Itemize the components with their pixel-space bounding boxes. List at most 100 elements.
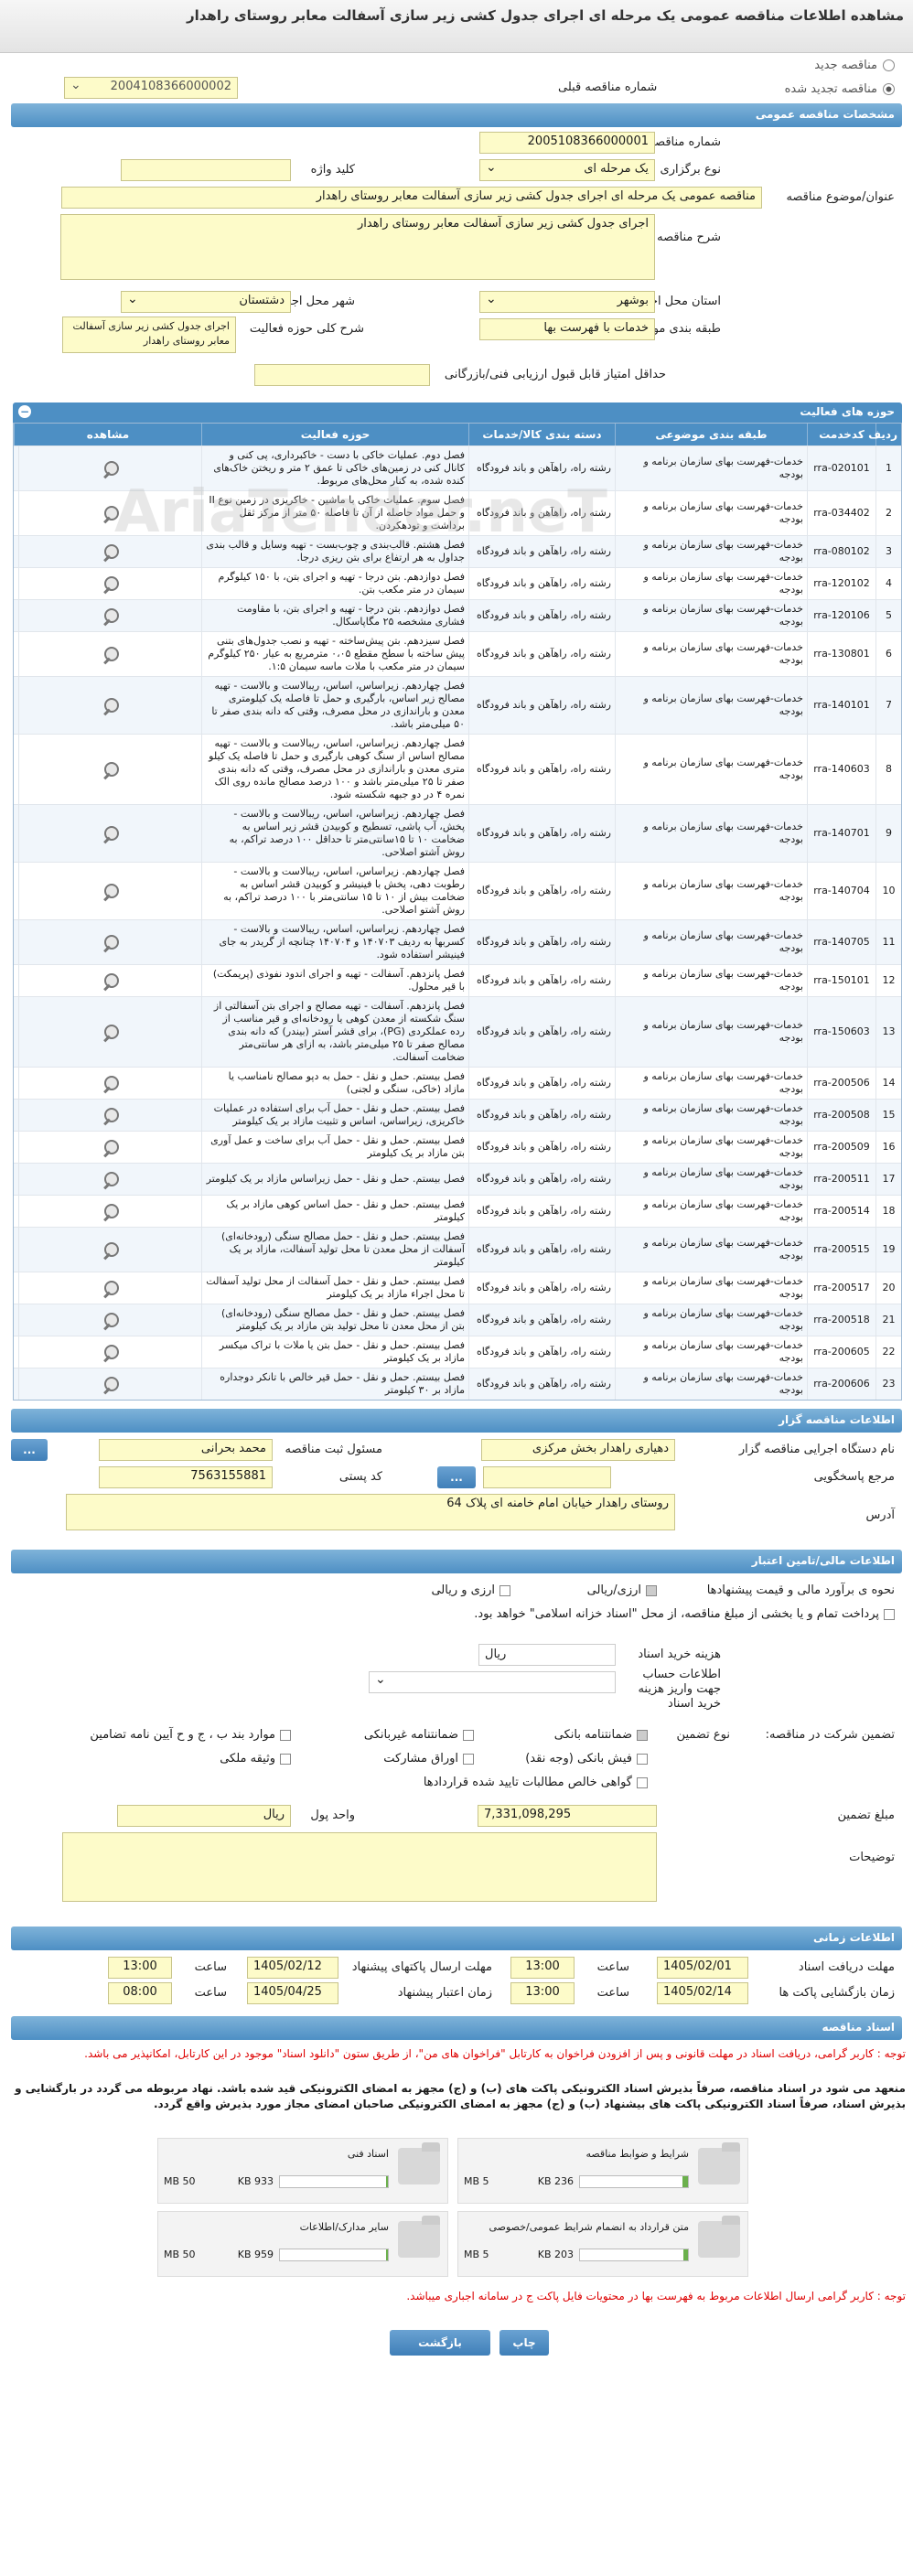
- rial-option[interactable]: ارزی/ریالی: [587, 1583, 657, 1597]
- open-date[interactable]: 1405/02/14: [657, 1982, 748, 2004]
- address-label: آدرس: [865, 1508, 895, 1522]
- doc-receive-date[interactable]: 1405/02/01: [657, 1957, 748, 1979]
- opt-bank[interactable]: ضمانتنامه بانکی: [554, 1728, 648, 1742]
- view-icon[interactable]: [101, 1312, 121, 1328]
- opt-nonbank-checkbox[interactable]: [463, 1729, 474, 1741]
- unit-field[interactable]: ریال: [117, 1805, 291, 1827]
- file-card[interactable]: سایر مدارک/اطلاعات 50 MB 959 KB: [157, 2211, 448, 2277]
- cell-scope: فصل بیستم. حمل و نقل - حمل اساس کوهی ماز…: [201, 1196, 468, 1227]
- opt-nonbank[interactable]: ضمانتنامه غیربانکی: [364, 1728, 474, 1742]
- cell-category: خدمات-فهرست بهای سازمان برنامه و بودجه: [615, 1272, 807, 1304]
- open-time[interactable]: 13:00: [510, 1982, 575, 2004]
- print-button[interactable]: چاپ: [499, 2330, 549, 2356]
- opt-cash-checkbox[interactable]: [637, 1753, 648, 1765]
- type-select[interactable]: یک مرحله ای: [479, 159, 655, 181]
- opt-property[interactable]: وثیقه ملکی: [220, 1752, 291, 1766]
- opt-bank-checkbox[interactable]: [637, 1729, 648, 1741]
- opt-claims-checkbox[interactable]: [637, 1776, 648, 1788]
- doc-receive-time[interactable]: 13:00: [510, 1957, 575, 1979]
- radio-rial[interactable]: [646, 1584, 657, 1596]
- radio-dot[interactable]: [883, 59, 895, 71]
- cell-category: خدمات-فهرست بهای سازمان برنامه و بودجه: [615, 1368, 807, 1400]
- subject-field[interactable]: مناقصه عمومی یک مرحله ای اجرای جدول کشی …: [61, 187, 762, 209]
- cell-rad: 17: [875, 1164, 901, 1195]
- file-card[interactable]: شرایط و ضوابط مناقصه 5 MB 236 KB: [457, 2138, 748, 2204]
- view-icon[interactable]: [101, 1075, 121, 1091]
- view-icon[interactable]: [101, 1171, 121, 1187]
- opt-property-checkbox[interactable]: [280, 1753, 291, 1765]
- view-icon[interactable]: [101, 1376, 121, 1392]
- officer-field[interactable]: محمد بحرانی: [99, 1439, 273, 1461]
- currency-option[interactable]: ارزی و ریالی: [431, 1583, 510, 1597]
- address-field[interactable]: روستای راهدار خیابان امام خامنه ای پلاک …: [66, 1494, 675, 1530]
- view-icon[interactable]: [101, 1344, 121, 1360]
- view-icon[interactable]: [101, 825, 121, 842]
- ref-browse-button[interactable]: ...: [437, 1466, 476, 1488]
- view-icon[interactable]: [101, 761, 121, 778]
- file-max: 5 MB: [464, 2175, 489, 2187]
- view-icon[interactable]: [101, 575, 121, 592]
- tender-no-field[interactable]: 2005108366000001: [479, 132, 655, 154]
- view-icon[interactable]: [101, 543, 121, 560]
- valid-date[interactable]: 1405/04/25: [247, 1982, 338, 2004]
- cell-category: خدمات-فهرست بهای سازمان برنامه و بودجه: [615, 1164, 807, 1195]
- view-icon[interactable]: [101, 607, 121, 624]
- category-field[interactable]: خدمات با فهرست بها: [479, 318, 655, 340]
- view-icon[interactable]: [101, 1203, 121, 1219]
- radio-currency[interactable]: [499, 1584, 510, 1596]
- view-icon[interactable]: [101, 505, 121, 521]
- file-max: 50 MB: [164, 2249, 196, 2260]
- account-select[interactable]: [369, 1671, 616, 1693]
- doc-fee-field[interactable]: ریال: [478, 1644, 616, 1666]
- amount-field[interactable]: 7,331,098,295: [478, 1805, 657, 1827]
- desc-field[interactable]: اجرای جدول کشی زیر سازی آسفالت معابر روس…: [60, 214, 655, 280]
- radio-renew-label: مناقصه تجدید شده: [784, 81, 877, 96]
- opt-cash[interactable]: فیش بانکی (وجه نقد): [525, 1752, 648, 1766]
- opt-bonds[interactable]: اوراق مشارکت: [383, 1752, 474, 1766]
- view-icon[interactable]: [101, 697, 121, 714]
- view-icon[interactable]: [101, 460, 121, 477]
- officer-more-button[interactable]: ...: [11, 1439, 48, 1461]
- payment-checkbox[interactable]: [884, 1608, 895, 1620]
- cell-scope: فصل بیستم. حمل و نقل - حمل به دپو مصالح …: [201, 1068, 468, 1099]
- activities-section-header: حوزه های فعالیت −: [13, 402, 902, 423]
- view-icon[interactable]: [101, 646, 121, 662]
- valid-time[interactable]: 08:00: [108, 1982, 172, 2004]
- cell-goods: رشته راه، راهآهن و باند فرودگاه: [468, 997, 615, 1067]
- city-select[interactable]: دشتستان: [121, 291, 291, 313]
- view-icon[interactable]: [101, 1107, 121, 1123]
- prev-tender-select[interactable]: 2004108366000002: [64, 77, 238, 99]
- postal-field[interactable]: 7563155881: [99, 1466, 273, 1488]
- opt-bonds-checkbox[interactable]: [463, 1753, 474, 1765]
- ref-field[interactable]: [483, 1466, 611, 1488]
- radio-new[interactable]: مناقصه جدید: [0, 53, 913, 77]
- min-score-field[interactable]: [254, 364, 430, 386]
- file-card[interactable]: اسناد فنی 50 MB 933 KB: [157, 2138, 448, 2204]
- notes-field[interactable]: [62, 1832, 657, 1902]
- province-select[interactable]: بوشهر: [479, 291, 655, 313]
- opt-claims[interactable]: گواهی خالص مطالبات تایید شده قراردادها: [424, 1776, 648, 1789]
- keyword-field[interactable]: [121, 159, 291, 181]
- org-field[interactable]: دهیاری راهدار بخش مرکزی: [481, 1439, 675, 1461]
- cell-goods: رشته راه، راهآهن و باند فرودگاه: [468, 1068, 615, 1099]
- back-button[interactable]: بازگشت: [390, 2330, 490, 2356]
- opt-clauses-checkbox[interactable]: [280, 1729, 291, 1741]
- view-icon[interactable]: [101, 1139, 121, 1155]
- cell-code: rra-150603: [807, 997, 875, 1067]
- section-finance: اطلاعات مالی/تامین اعتبار: [11, 1550, 902, 1573]
- radio-renew[interactable]: مناقصه تجدید شده شماره مناقصه قبلی 20041…: [0, 77, 913, 101]
- cell-goods: رشته راه، راهآهن و باند فرودگاه: [468, 1336, 615, 1368]
- file-card[interactable]: متن قرارداد به انضمام شرایط عمومی/خصوصی …: [457, 2211, 748, 2277]
- scope-field[interactable]: اجرای جدول کشی زیر سازی آسفالت معابر روس…: [62, 317, 236, 353]
- view-icon[interactable]: [101, 1024, 121, 1040]
- view-icon[interactable]: [101, 1241, 121, 1258]
- radio-dot[interactable]: [883, 82, 895, 95]
- view-icon[interactable]: [101, 972, 121, 989]
- opt-clauses[interactable]: موارد بند ب ، ج و ح آیین نامه تضامین: [90, 1728, 291, 1742]
- submit-date[interactable]: 1405/02/12: [247, 1957, 338, 1979]
- view-icon[interactable]: [101, 883, 121, 899]
- view-icon[interactable]: [101, 934, 121, 950]
- submit-time[interactable]: 13:00: [108, 1957, 172, 1979]
- view-icon[interactable]: [101, 1280, 121, 1296]
- collapse-icon[interactable]: −: [18, 405, 31, 418]
